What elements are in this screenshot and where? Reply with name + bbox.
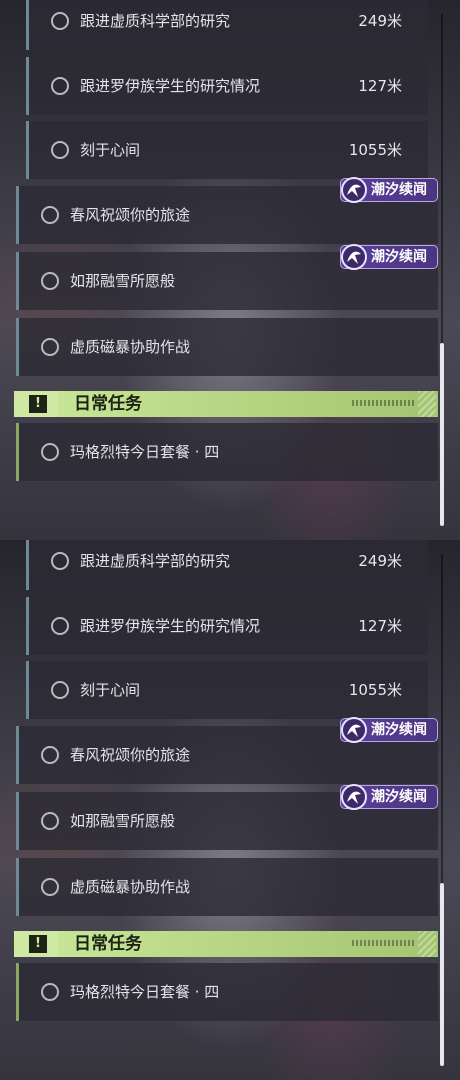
circle-icon xyxy=(51,552,69,570)
circle-icon xyxy=(51,12,69,30)
quest-distance: 249米 xyxy=(358,552,402,570)
tag-label: 潮汐续闻 xyxy=(371,789,427,805)
exclamation-icon: ! xyxy=(29,935,47,953)
quest-title: 跟进虚质科学部的研究 xyxy=(80,552,231,570)
tidal-tag: 潮汐续闻 xyxy=(340,717,438,743)
quest-distance: 249米 xyxy=(358,12,402,30)
quest-title: 虚质磁暴协助作战 xyxy=(70,878,191,896)
tidal-logo-icon xyxy=(341,784,367,810)
quest-distance: 127米 xyxy=(358,617,402,635)
daily-badge: ! xyxy=(14,391,58,417)
circle-icon xyxy=(51,681,69,699)
daily-quests-header[interactable]: ! 日常任务 xyxy=(14,391,438,417)
quest-title: 如那融雪所愿般 xyxy=(70,272,176,290)
quest-title: 刻于心间 xyxy=(80,141,141,159)
tidal-tag: 潮汐续闻 xyxy=(340,244,438,270)
quest-distance: 1055米 xyxy=(348,681,402,699)
header-decoration xyxy=(352,940,414,946)
circle-icon xyxy=(41,878,59,896)
daily-badge: ! xyxy=(14,931,58,957)
quest-title: 春风祝颂你的旅途 xyxy=(70,746,191,764)
circle-icon xyxy=(41,272,59,290)
circle-icon xyxy=(51,77,69,95)
tag-label: 潮汐续闻 xyxy=(371,182,427,198)
circle-icon xyxy=(41,206,59,224)
quest-item[interactable]: 跟进罗伊族学生的研究情况 127米 xyxy=(26,57,428,115)
tidal-logo-icon xyxy=(341,177,367,203)
tidal-tag: 潮汐续闻 xyxy=(340,177,438,203)
tidal-logo-icon xyxy=(341,717,367,743)
tidal-logo-icon xyxy=(341,244,367,270)
daily-header-title: 日常任务 xyxy=(74,394,142,414)
quest-title: 玛格烈特今日套餐 · 四 xyxy=(70,983,220,1001)
quest-title: 玛格烈特今日套餐 · 四 xyxy=(70,443,220,461)
quest-title: 虚质磁暴协助作战 xyxy=(70,338,191,356)
tidal-tag: 潮汐续闻 xyxy=(340,784,438,810)
daily-header-title: 日常任务 xyxy=(74,934,142,954)
quest-item[interactable]: 虚质磁暴协助作战 xyxy=(16,318,438,376)
header-stripes xyxy=(418,931,436,957)
circle-icon xyxy=(41,338,59,356)
quest-item[interactable]: 跟进虚质科学部的研究 249米 xyxy=(26,540,428,590)
header-decoration xyxy=(352,400,414,406)
circle-icon xyxy=(41,983,59,1001)
daily-quest-item[interactable]: 玛格烈特今日套餐 · 四 xyxy=(16,423,438,481)
quest-item[interactable]: 跟进罗伊族学生的研究情况 127米 xyxy=(26,597,428,655)
quest-title: 跟进罗伊族学生的研究情况 xyxy=(80,617,261,635)
daily-quests-header[interactable]: ! 日常任务 xyxy=(14,931,438,957)
quest-item[interactable]: 刻于心间 1055米 xyxy=(26,661,428,719)
quest-title: 跟进罗伊族学生的研究情况 xyxy=(80,77,261,95)
quest-title: 刻于心间 xyxy=(80,681,141,699)
circle-icon xyxy=(41,812,59,830)
exclamation-icon: ! xyxy=(29,395,47,413)
tag-label: 潮汐续闻 xyxy=(371,722,427,738)
quest-panel-1: 跟进虚质科学部的研究 249米 跟进罗伊族学生的研究情况 127米 刻于心间 1… xyxy=(0,0,460,540)
quest-item[interactable]: 虚质磁暴协助作战 xyxy=(16,858,438,916)
tag-label: 潮汐续闻 xyxy=(371,249,427,265)
daily-quest-item[interactable]: 玛格烈特今日套餐 · 四 xyxy=(16,963,438,1021)
scrollbar-thumb[interactable] xyxy=(440,343,444,526)
scrollbar-thumb[interactable] xyxy=(440,883,444,1066)
quest-distance: 1055米 xyxy=(348,141,402,159)
circle-icon xyxy=(51,617,69,635)
circle-icon xyxy=(51,141,69,159)
quest-title: 春风祝颂你的旅途 xyxy=(70,206,191,224)
quest-title: 跟进虚质科学部的研究 xyxy=(80,12,231,30)
quest-item[interactable]: 跟进虚质科学部的研究 249米 xyxy=(26,0,428,50)
circle-icon xyxy=(41,746,59,764)
header-stripes xyxy=(418,391,436,417)
quest-panel-2: 跟进虚质科学部的研究 249米 跟进罗伊族学生的研究情况 127米 刻于心间 1… xyxy=(0,540,460,1080)
quest-distance: 127米 xyxy=(358,77,402,95)
quest-title: 如那融雪所愿般 xyxy=(70,812,176,830)
quest-item[interactable]: 刻于心间 1055米 xyxy=(26,121,428,179)
circle-icon xyxy=(41,443,59,461)
